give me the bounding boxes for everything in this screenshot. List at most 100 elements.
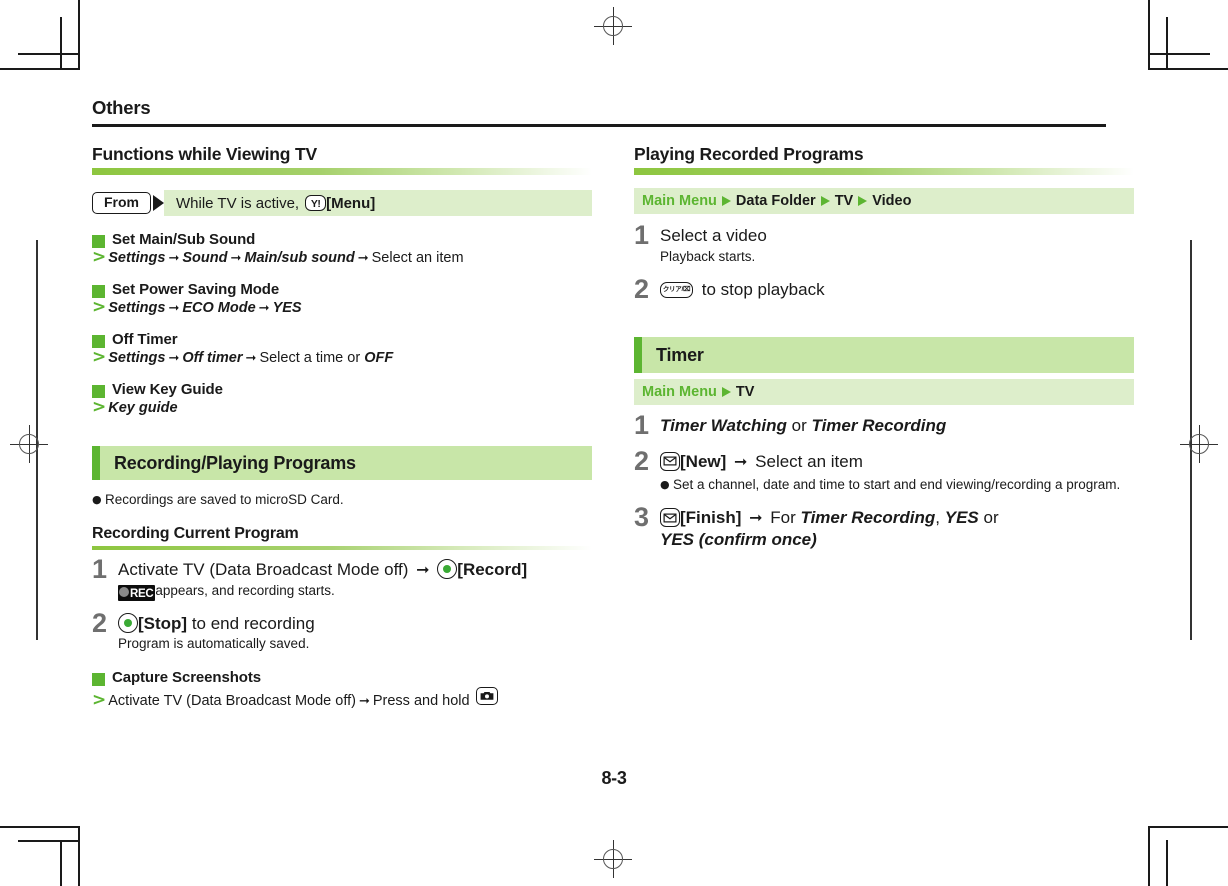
step-main-text: to stop playback bbox=[701, 280, 825, 300]
subhead-view-key-guide: View Key Guide bbox=[92, 381, 592, 399]
step-main-key-label: [Finish] bbox=[680, 508, 742, 528]
note-recordings-saved: ● Recordings are saved to microSD Card. bbox=[92, 491, 592, 509]
path-tail: Select a time or bbox=[259, 350, 361, 367]
mail-key-icon bbox=[660, 451, 680, 471]
from-strip-body: While TV is active, Y! [Menu] bbox=[164, 190, 592, 217]
green-square-bullet-icon bbox=[92, 672, 105, 686]
arrow-icon: ➞ bbox=[749, 508, 763, 528]
timer-step-3: 3 [Finish] ➞ For Timer Recording, YES or… bbox=[634, 504, 1134, 551]
section-functions-while-viewing-tv: Functions while Viewing TV bbox=[92, 144, 592, 176]
timer-option-b: Timer Recording bbox=[811, 416, 947, 436]
timer-step-3-comma: , bbox=[935, 508, 941, 528]
path-line-capture-screenshots: > Activate TV (Data Broadcast Mode off) … bbox=[92, 686, 592, 710]
step-main: Timer Watching or Timer Recording bbox=[660, 415, 1134, 437]
subhead-set-power-saving-mode: Set Power Saving Mode bbox=[92, 281, 592, 299]
timer-step-2: 2 [New] ➞ Select an item ● Set a channel… bbox=[634, 447, 1134, 495]
band-timer: Timer bbox=[634, 337, 1134, 374]
arrow-icon: ➞ bbox=[230, 251, 242, 267]
dot-bullet-icon: ● bbox=[92, 493, 102, 507]
from-strip: From While TV is active, Y! [Menu] bbox=[92, 190, 592, 217]
step-note: REC appears, and recording starts. bbox=[118, 582, 592, 601]
step-main: [New] ➞ Select an item bbox=[660, 451, 1134, 473]
path-step: Settings bbox=[108, 250, 166, 267]
arrow-icon: ➞ bbox=[358, 693, 370, 709]
arrow-icon: ➞ bbox=[258, 301, 270, 317]
subhead-label: Capture Screenshots bbox=[112, 668, 261, 686]
subhead-capture-screenshots: Capture Screenshots bbox=[92, 669, 592, 686]
path-step: Off timer bbox=[182, 350, 243, 367]
step-main: [Stop] to end recording bbox=[118, 612, 592, 635]
manual-page: Others Functions while Viewing TV From W… bbox=[0, 0, 1228, 886]
step-2-stop: 2 [Stop] to end recording Program is aut… bbox=[92, 607, 592, 653]
band-accent-tab bbox=[92, 446, 100, 481]
greater-than-icon: > bbox=[92, 347, 107, 368]
timer-step-3-option-a: Timer Recording bbox=[800, 508, 936, 528]
step-number: 1 bbox=[634, 410, 650, 441]
path-line-view-key-guide: > Key guide bbox=[92, 397, 592, 418]
running-head-rule bbox=[92, 124, 1106, 127]
path-line-set-main-sub-sound: > Settings ➞ Sound ➞ Main/sub sound ➞ Se… bbox=[92, 247, 592, 268]
mail-key-icon bbox=[660, 508, 680, 528]
step-main-text: to end recording bbox=[191, 613, 315, 633]
greater-than-icon: > bbox=[92, 397, 107, 418]
path-tail: Select an item bbox=[371, 250, 464, 267]
greater-than-icon: > bbox=[92, 247, 107, 268]
subhead-label: Set Power Saving Mode bbox=[112, 281, 280, 299]
step-body: [New] ➞ Select an item ● Set a channel, … bbox=[660, 451, 1134, 495]
greater-than-icon: > bbox=[92, 689, 107, 710]
step-number: 1 bbox=[92, 553, 108, 584]
section-playing-recorded-programs: Playing Recorded Programs bbox=[634, 144, 1134, 176]
step-number: 2 bbox=[634, 274, 650, 305]
arrow-icon: ➞ bbox=[416, 559, 430, 579]
timer-conjunction: or bbox=[791, 416, 807, 436]
path-strip-timer: Main Menu TV bbox=[634, 379, 1134, 406]
arrow-icon: ➞ bbox=[357, 251, 369, 267]
timer-option-a: Timer Watching bbox=[660, 416, 787, 436]
note-text: Recordings are saved to microSD Card. bbox=[105, 492, 344, 508]
from-badge: From bbox=[92, 191, 151, 215]
band-title: Recording/Playing Programs bbox=[114, 452, 356, 473]
timer-step-3-conjunction: or bbox=[983, 508, 999, 528]
subhead-label: Off Timer bbox=[112, 331, 178, 349]
step-main-key-label: [Stop] bbox=[138, 613, 188, 633]
section-title: Functions while Viewing TV bbox=[92, 144, 317, 164]
path-strip-data-folder: Main Menu Data Folder TV Video bbox=[634, 188, 1134, 215]
clear-key-icon: クリア/⌧ bbox=[660, 282, 693, 299]
path-strip-item: TV bbox=[834, 193, 854, 210]
path-step: Key guide bbox=[108, 400, 178, 417]
step-main: Activate TV (Data Broadcast Mode off) ➞ … bbox=[118, 558, 592, 581]
triangle-right-icon bbox=[721, 196, 731, 207]
step-body: クリア/⌧ to stop playback bbox=[660, 279, 1134, 303]
path-step: Sound bbox=[182, 250, 228, 267]
step-note: Program is automatically saved. bbox=[118, 636, 310, 652]
timer-step-3-option-c: YES (confirm once) bbox=[660, 530, 817, 550]
running-head-title: Others bbox=[92, 97, 151, 118]
dot-bullet-icon: ● bbox=[660, 478, 670, 492]
step-body: [Stop] to end recording Program is autom… bbox=[118, 612, 592, 653]
band-title: Timer bbox=[656, 344, 704, 365]
rec-indicator-icon: REC bbox=[118, 584, 156, 601]
y-exclamation-key-icon: Y! bbox=[305, 195, 327, 212]
path-step: Settings bbox=[108, 300, 166, 317]
from-strip-key-label: [Menu] bbox=[326, 194, 376, 212]
timer-step-2-bullet: ● Set a channel, date and time to start … bbox=[660, 476, 1134, 494]
path-line-set-power-saving-mode: > Settings ➞ ECO Mode ➞ YES bbox=[92, 299, 592, 317]
step-main: クリア/⌧ to stop playback bbox=[660, 279, 1134, 301]
band-accent-tab bbox=[634, 337, 642, 374]
timer-step-3-option-b: YES bbox=[944, 508, 979, 528]
camera-key-icon bbox=[475, 686, 498, 705]
subsection-recording-current-program: Recording Current Program bbox=[92, 525, 592, 550]
section-title: Playing Recorded Programs bbox=[634, 144, 864, 164]
left-column: Functions while Viewing TV From While TV… bbox=[92, 144, 592, 709]
step-1-record: 1 Activate TV (Data Broadcast Mode off) … bbox=[92, 553, 592, 601]
arrow-icon: ➞ bbox=[168, 251, 180, 267]
timer-step-1: 1 Timer Watching or Timer Recording bbox=[634, 410, 1134, 441]
step-main: [Finish] ➞ For Timer Recording, YES or Y… bbox=[660, 507, 1134, 551]
arrow-icon: ➞ bbox=[168, 301, 180, 317]
step-note-text: appears, and recording starts. bbox=[155, 582, 335, 598]
timer-step-2-bullet-text: Set a channel, date and time to start an… bbox=[673, 477, 1121, 493]
path-step: Settings bbox=[108, 350, 166, 367]
step-main-key-label: [Record] bbox=[457, 559, 528, 579]
step-number: 2 bbox=[92, 607, 108, 638]
capture-text-after: Press and hold bbox=[372, 692, 470, 709]
